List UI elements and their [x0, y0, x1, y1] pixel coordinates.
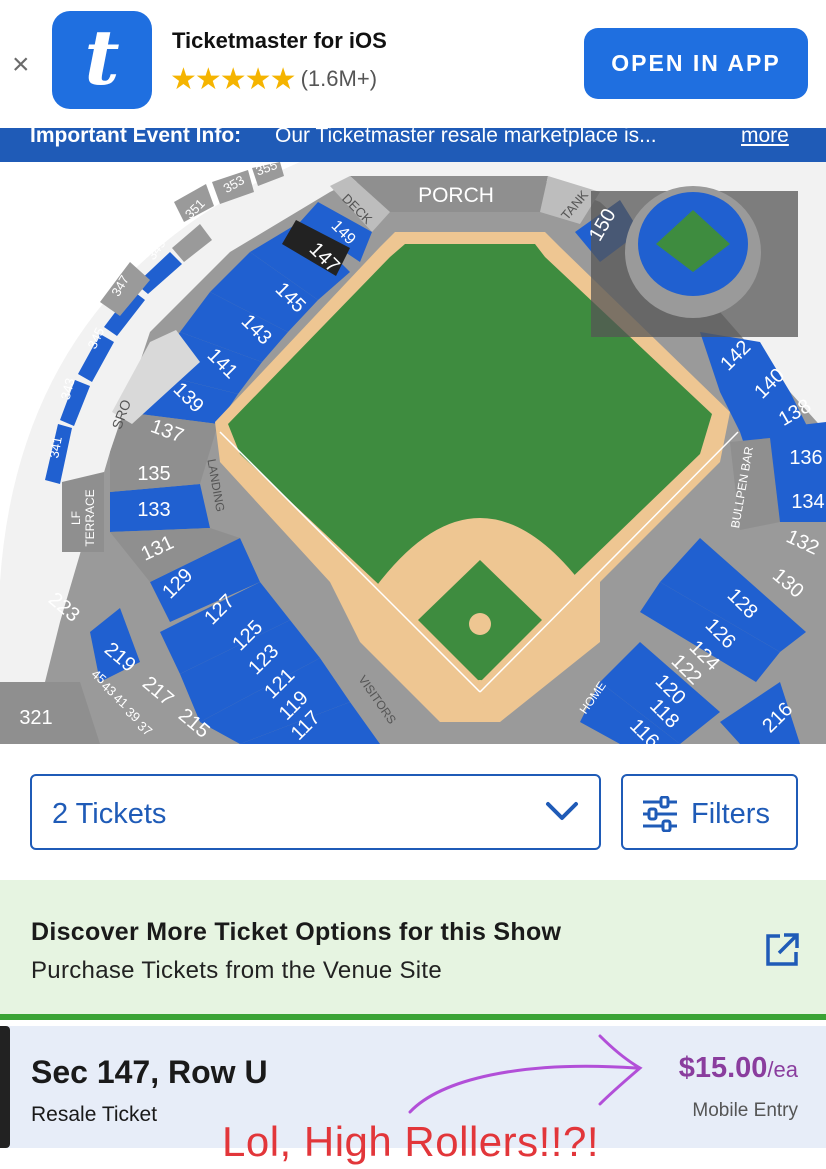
star-rating-icon: ★★★★★ — [170, 63, 296, 96]
listing-section-row: Sec 147, Row U — [31, 1054, 268, 1090]
listing-price: $15.00/ea — [679, 1052, 798, 1085]
ticketmaster-page: × t Ticketmaster for iOS ★★★★★ (1.6M+) O… — [0, 0, 826, 1169]
price-unit: /ea — [767, 1057, 798, 1082]
more-link[interactable]: more — [741, 128, 789, 146]
selected-indicator — [0, 1026, 10, 1148]
info-text: Our Ticketmaster resale marketplace is..… — [275, 128, 657, 147]
svg-text:LF: LF — [69, 511, 83, 525]
area-label-porch: PORCH — [418, 184, 494, 207]
app-rating: ★★★★★ (1.6M+) — [170, 62, 377, 97]
close-icon[interactable]: × — [12, 50, 30, 80]
ticket-quantity-select[interactable]: 2 Tickets — [30, 774, 601, 850]
discover-title: Discover More Ticket Options for this Sh… — [31, 918, 562, 946]
important-event-info-bar[interactable]: Important Event Info: Our Ticketmaster r… — [0, 128, 826, 162]
listing-delivery: Mobile Entry — [692, 1100, 798, 1121]
listing-ticket-type: Resale Ticket — [31, 1103, 158, 1126]
svg-text:321: 321 — [19, 707, 52, 729]
open-in-app-button[interactable]: OPEN IN APP — [584, 28, 808, 99]
svg-text:TERRACE: TERRACE — [83, 489, 97, 546]
svg-text:133: 133 — [137, 499, 170, 521]
ticketmaster-app-icon: t — [52, 11, 152, 109]
external-link-icon[interactable] — [764, 932, 800, 968]
mini-map[interactable] — [591, 186, 798, 337]
discover-subtitle: Purchase Tickets from the Venue Site — [31, 957, 443, 984]
svg-text:134: 134 — [791, 491, 824, 513]
discover-more-panel[interactable]: Discover More Ticket Options for this Sh… — [0, 880, 826, 1020]
ticket-quantity-value: 2 Tickets — [52, 798, 167, 830]
price-value: $15.00 — [678, 1052, 768, 1084]
filters-button[interactable]: Filters — [621, 774, 798, 850]
filters-label: Filters — [691, 798, 770, 830]
info-title: Important Event Info: — [30, 128, 242, 147]
app-install-banner: × t Ticketmaster for iOS ★★★★★ (1.6M+) O… — [0, 0, 826, 128]
sliders-icon — [643, 796, 677, 832]
svg-text:135: 135 — [137, 463, 170, 485]
svg-text:136: 136 — [789, 447, 822, 469]
app-title: Ticketmaster for iOS — [172, 28, 387, 53]
seat-map[interactable]: 147 149 145 143 141 139 137 135 133 131 … — [0, 162, 826, 744]
annotation-text: Lol, High Rollers!!?! — [222, 1118, 599, 1165]
chevron-down-icon — [546, 802, 578, 820]
rating-count: (1.6M+) — [300, 66, 378, 91]
